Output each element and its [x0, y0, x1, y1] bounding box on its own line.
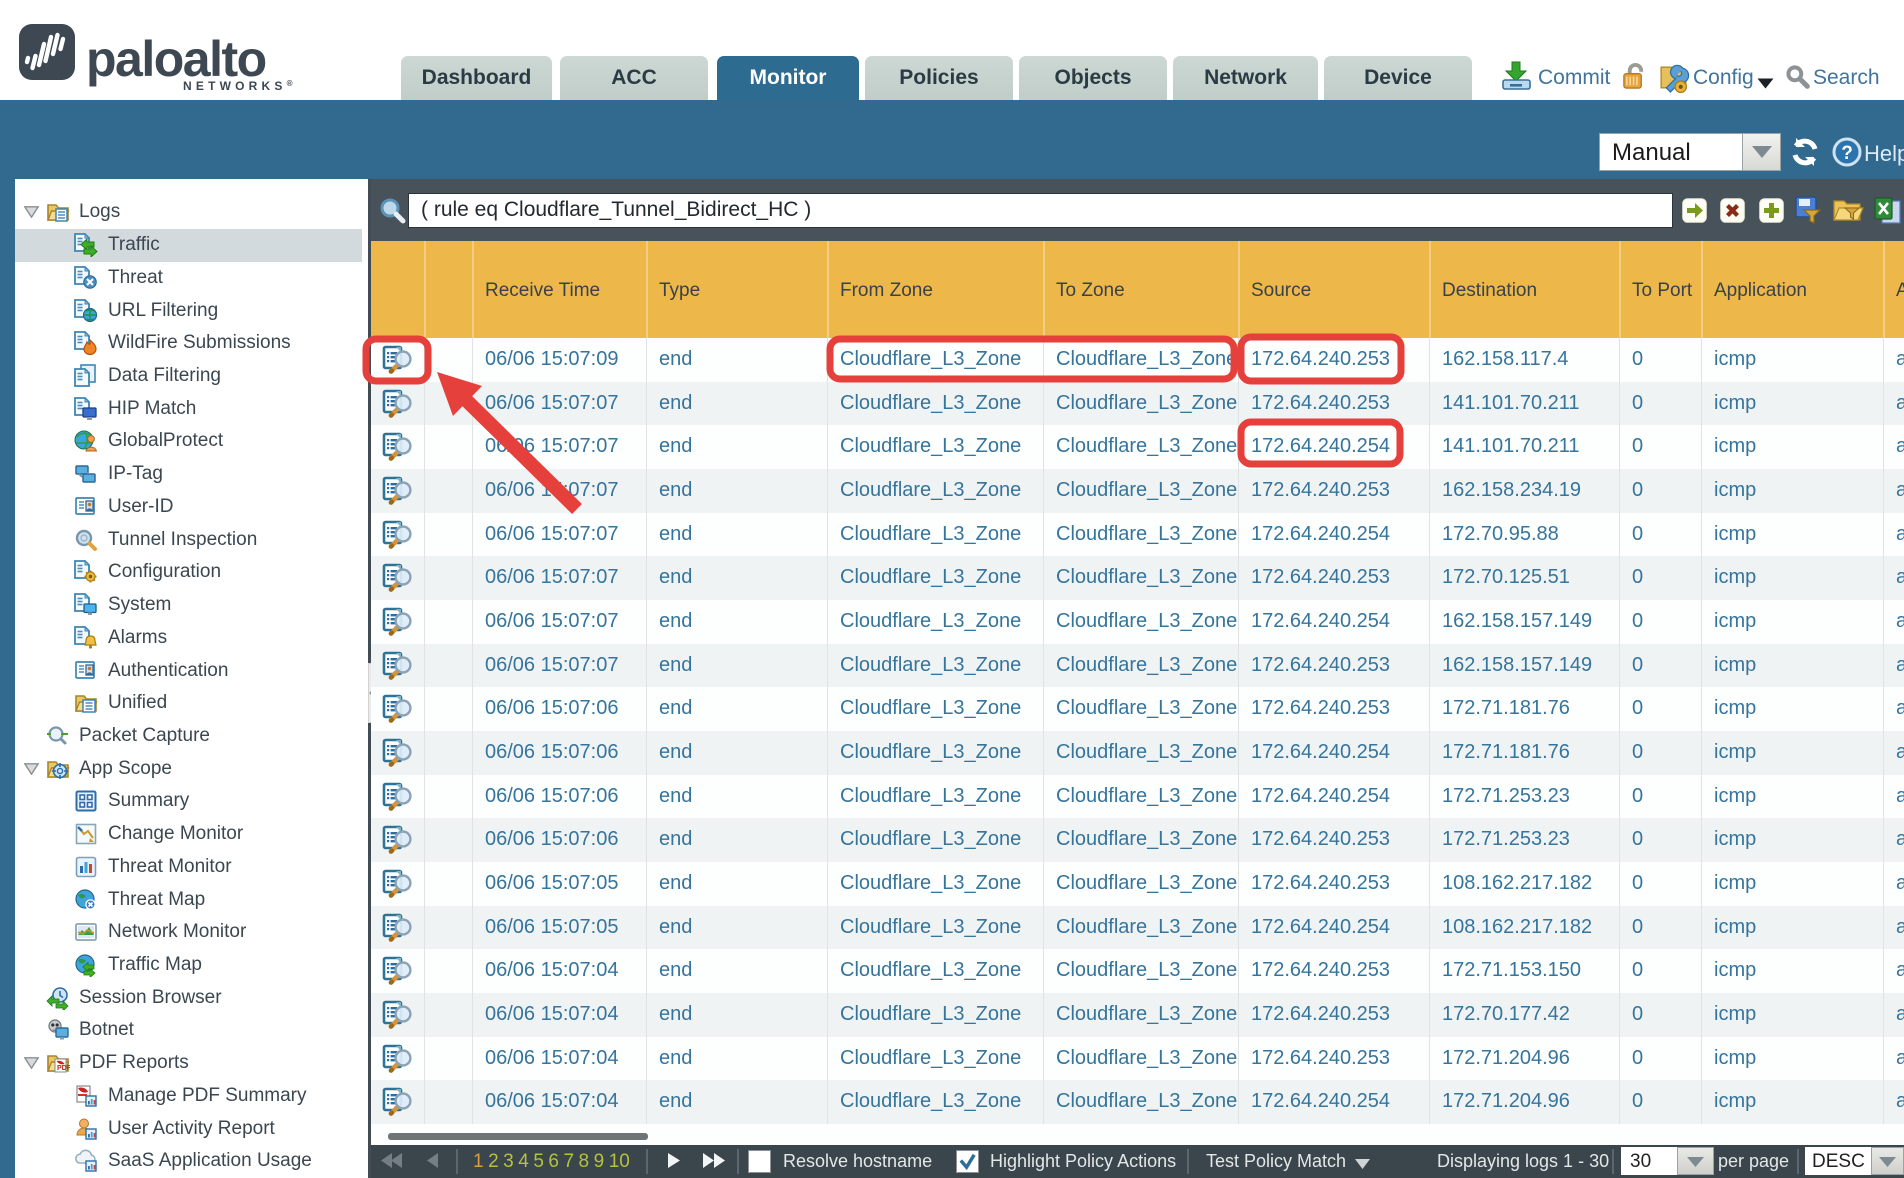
- svg-text:?: ?: [1841, 143, 1853, 164]
- svg-text:PDF: PDF: [57, 1065, 70, 1072]
